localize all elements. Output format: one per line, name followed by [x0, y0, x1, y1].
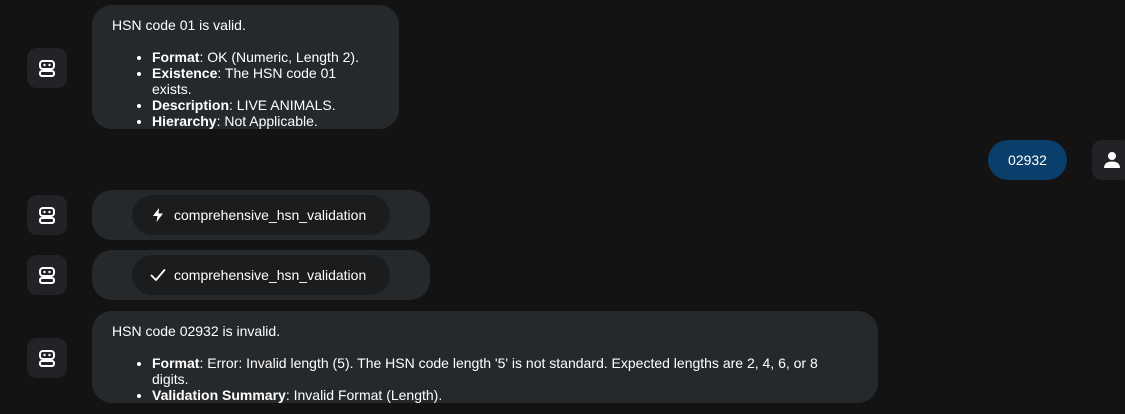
detail-label: Format: [152, 355, 200, 371]
list-item: Existence: The HSN code 01 exists.: [152, 65, 379, 97]
list-item: Description: LIVE ANIMALS.: [152, 97, 379, 113]
detail-text: : Invalid Format (Length).: [285, 387, 443, 403]
bot-avatar: [27, 48, 67, 88]
tool-call-chip[interactable]: comprehensive_hsn_validation: [132, 255, 390, 295]
tool-call-bubble: comprehensive_hsn_validation: [92, 190, 430, 240]
message-lead: HSN code 02932 is invalid.: [112, 323, 281, 339]
bot-avatar: [27, 255, 67, 295]
list-item: Hierarchy: Not Applicable.: [152, 113, 379, 129]
lightning-icon: [150, 207, 166, 223]
detail-text: : Not Applicable.: [216, 113, 318, 129]
tool-name: comprehensive_hsn_validation: [174, 207, 367, 223]
list-item: Validation Summary: Invalid Format (Leng…: [152, 387, 858, 403]
robot-icon: [39, 267, 55, 284]
tool-call-bubble: comprehensive_hsn_validation: [92, 250, 430, 300]
detail-label: Description: [152, 97, 230, 113]
detail-list: Format: Error: Invalid length (5). The H…: [112, 355, 858, 403]
person-icon: [1104, 152, 1120, 168]
detail-label: Hierarchy: [152, 113, 217, 129]
bot-message-bubble: HSN code 02932 is invalid. Format: Error…: [92, 311, 878, 403]
list-item: Format: Error: Invalid length (5). The H…: [152, 355, 858, 387]
checkmark-icon: [150, 267, 166, 283]
detail-label: Existence: [152, 65, 218, 81]
detail-text: : OK (Numeric, Length 2).: [199, 49, 359, 65]
tool-name: comprehensive_hsn_validation: [174, 267, 367, 283]
bot-message-bubble: HSN code 01 is valid. Format: OK (Numeri…: [92, 5, 399, 129]
list-item: Format: OK (Numeric, Length 2).: [152, 49, 379, 65]
detail-text: : Error: Invalid length (5). The HSN cod…: [152, 355, 818, 387]
bot-avatar: [27, 195, 67, 235]
robot-icon: [39, 207, 55, 224]
detail-label: Format: [152, 49, 200, 65]
chat-transcript: HSN code 01 is valid. Format: OK (Numeri…: [0, 0, 1125, 414]
user-message-bubble: 02932: [988, 140, 1067, 180]
detail-label: Validation Summary: [152, 387, 286, 403]
robot-icon: [39, 350, 55, 367]
robot-icon: [39, 60, 55, 77]
message-lead: HSN code 01 is valid.: [112, 17, 246, 33]
message-text: HSN code 02932 is invalid. Format: Error…: [112, 323, 858, 403]
detail-list: Format: OK (Numeric, Length 2). Existenc…: [112, 49, 379, 129]
user-message-text: 02932: [1008, 152, 1047, 168]
user-avatar: [1092, 140, 1125, 180]
message-text: HSN code 01 is valid. Format: OK (Numeri…: [112, 17, 379, 129]
tool-call-chip[interactable]: comprehensive_hsn_validation: [132, 195, 390, 235]
detail-text: : LIVE ANIMALS.: [229, 97, 336, 113]
bot-avatar: [27, 338, 67, 378]
